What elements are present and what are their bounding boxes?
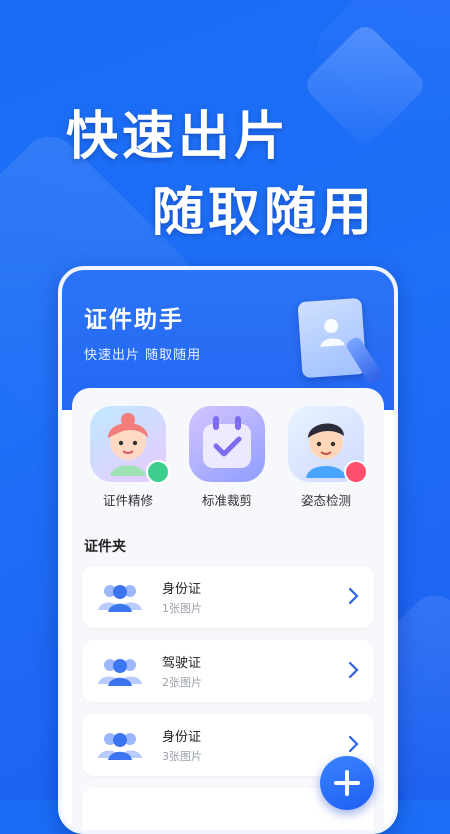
feature-label: 证件精修: [102, 493, 153, 508]
people-icon: [98, 659, 142, 686]
document-name: 驾驶证: [162, 656, 202, 671]
list-item[interactable]: 身份证 1张图片: [82, 566, 374, 628]
document-name: 身份证: [162, 730, 202, 745]
feature-row: 证件精修 标准裁剪 姿态检测: [72, 406, 384, 516]
feature-label: 标准裁剪: [201, 493, 252, 508]
feature-label: 姿态检测: [300, 493, 351, 508]
feature-crop[interactable]: 标准裁剪: [177, 406, 277, 509]
document-count: 3张图片: [162, 750, 202, 763]
plus-icon: [334, 770, 360, 796]
chevron-right-icon: [348, 735, 359, 753]
promo-headline-2: 随取随用: [152, 183, 377, 243]
people-icon: [98, 585, 142, 612]
feature-retouch[interactable]: 证件精修: [78, 406, 178, 509]
chevron-right-icon: [348, 587, 359, 605]
section-title: 证件夹: [84, 539, 126, 555]
list-item[interactable]: 驾驶证 2张图片: [82, 640, 374, 702]
promo-headline-1: 快速出片: [66, 107, 291, 167]
app-title: 证件助手: [84, 307, 184, 333]
background-shape: [308, 0, 450, 152]
add-document-button[interactable]: [320, 756, 374, 810]
heart-icon: [344, 460, 368, 484]
chevron-right-icon: [348, 661, 359, 679]
background-shape: [301, 21, 429, 149]
calendar-check-icon: [189, 406, 265, 482]
man-avatar-icon: [288, 406, 368, 484]
woman-avatar-icon: [90, 406, 170, 484]
app-subtitle: 快速出片 随取随用: [84, 348, 202, 363]
person-icon: [320, 319, 345, 347]
document-name: 身份证: [162, 582, 202, 597]
phone-frame: 证件助手 快速出片 随取随用 证件精修 标准裁剪 姿态检测 证件夹 身份证 1张…: [58, 266, 398, 834]
retouch-badge-icon: [146, 460, 170, 484]
feature-pose-check[interactable]: 姿态检测: [276, 406, 376, 509]
document-count: 1张图片: [162, 602, 202, 615]
people-icon: [98, 733, 142, 760]
document-count: 2张图片: [162, 676, 202, 689]
